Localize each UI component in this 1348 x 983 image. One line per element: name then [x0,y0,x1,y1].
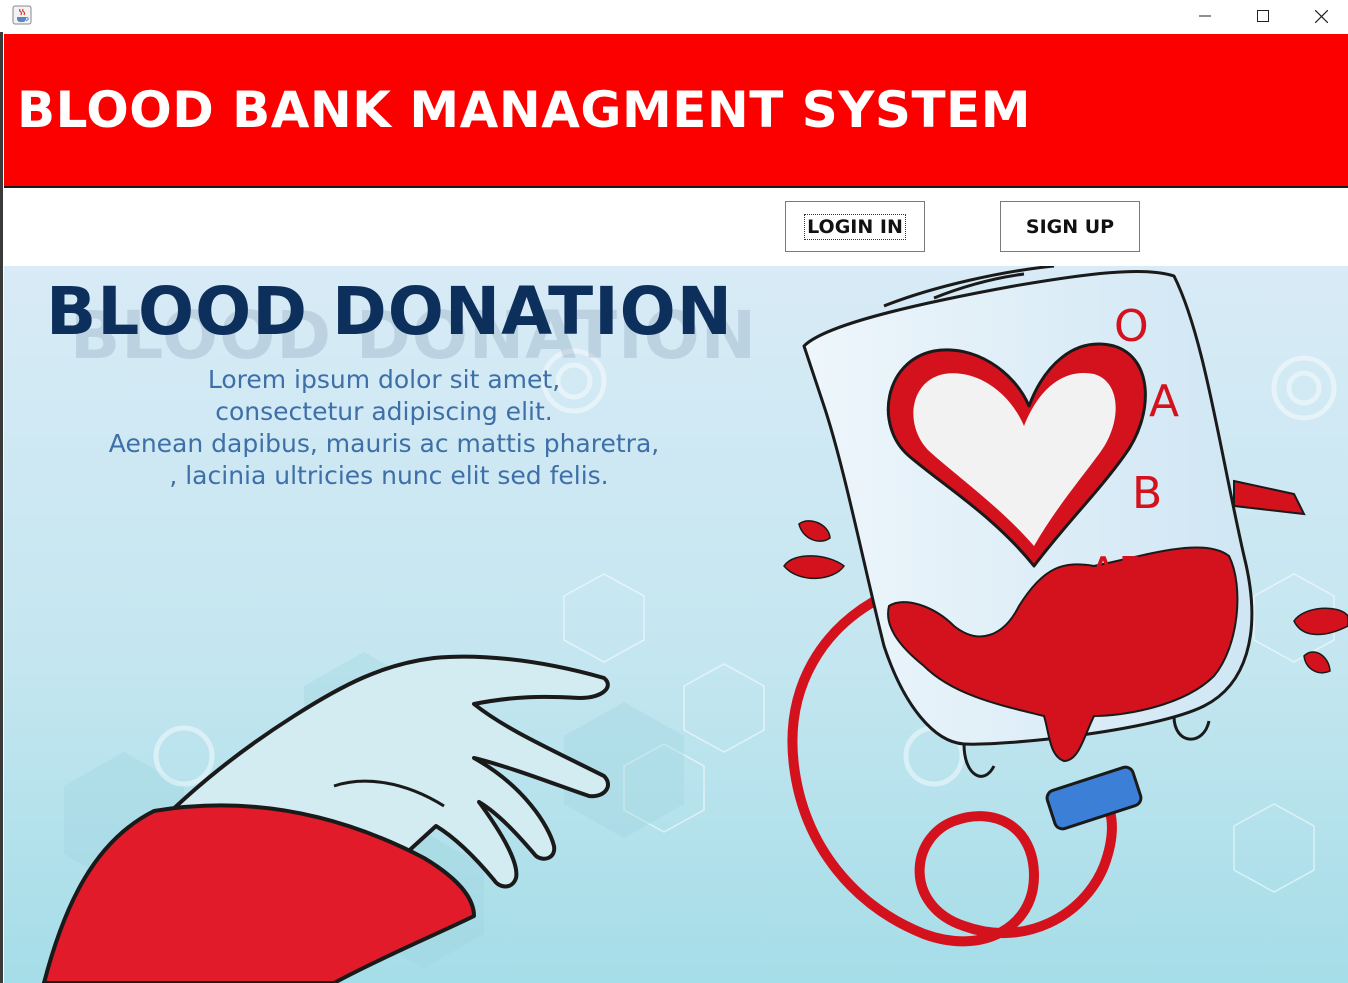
body-line: consectetur adipiscing elit. [215,397,552,426]
login-button-label: LOGIN IN [804,213,906,240]
signup-button-label: SIGN UP [1025,215,1115,238]
blood-type-label: A [1149,376,1179,427]
maximize-button[interactable] [1234,0,1292,32]
blood-type-label: AB+ [1088,548,1185,599]
body-line: Aenean dapibus, mauris ac mattis pharetr… [109,429,659,458]
app-title: BLOOD BANK MANAGMENT SYSTEM [17,81,1031,139]
action-bar: LOGIN IN SIGN UP [4,188,1348,266]
header-banner: BLOOD BANK MANAGMENT SYSTEM [4,34,1348,188]
java-cup-icon [12,5,32,25]
blood-donation-banner: BLOOD DONATION BLOOD DONATION Lorem ipsu… [4,266,1348,983]
blood-type-label: B [1132,468,1162,519]
close-button[interactable] [1292,0,1348,32]
body-line: Lorem ipsum dolor sit amet, [208,365,560,394]
app-window: BLOOD BANK MANAGMENT SYSTEM LOGIN IN SIG… [0,0,1348,983]
login-button[interactable]: LOGIN IN [785,201,925,252]
blood-type-label: O [1114,301,1149,352]
body-line: , lacinia ultricies nunc elit sed felis. [169,461,608,490]
window-edge [0,0,3,983]
minimize-icon [1199,15,1211,17]
maximize-icon [1257,10,1269,22]
title-bar[interactable] [0,0,1348,32]
signup-button[interactable]: SIGN UP [1000,201,1140,252]
minimize-button[interactable] [1176,0,1234,32]
banner-heading: BLOOD DONATION [46,273,733,350]
banner-illustration: BLOOD DONATION BLOOD DONATION Lorem ipsu… [4,266,1348,983]
close-icon [1314,9,1328,23]
